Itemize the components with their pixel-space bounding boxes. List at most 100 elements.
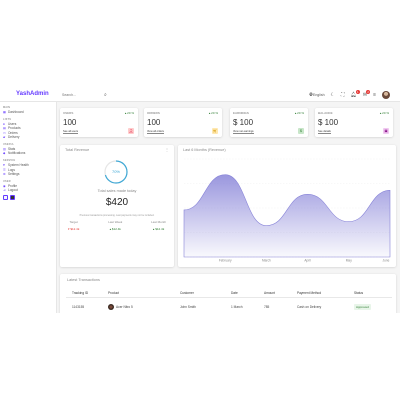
revenue-area-chart[interactable]: February March April May June	[178, 145, 396, 267]
product-name: Acer Nitro 5	[116, 305, 133, 309]
more-vert-icon[interactable]: ⋮	[165, 147, 169, 152]
dark-mode-toggle[interactable]: ☾	[331, 92, 335, 98]
table-header-cell: Product	[108, 290, 119, 295]
search-input[interactable]	[62, 92, 100, 97]
fullscreen-button[interactable]: ⛶	[341, 92, 345, 98]
sidebar-section-title: LISTS	[3, 118, 12, 122]
sidebar: MAIN ▦ Dashboard LISTS ● Users ▤ Products ▭…	[0, 102, 57, 313]
app-logo[interactable]: YashAdmin	[16, 91, 49, 97]
admin-app: YashAdmin ⌕ 🌐︎ English ☾ ⛶ 🔔︎ 1 ✉ 2 ≡	[0, 88, 400, 313]
list-icon: ≡	[373, 92, 376, 98]
date-cell: 1 March	[231, 305, 243, 309]
widget-link[interactable]: View all orders	[147, 130, 164, 134]
notifications-button[interactable]: 🔔︎ 1	[351, 90, 360, 98]
table-header-cell: Status	[354, 290, 364, 295]
summary-last-week: Last Week ▴ $12.4k	[108, 220, 122, 231]
payment-method-cell: Cash on Delivery	[297, 305, 322, 309]
widget-link[interactable]: See all users	[63, 130, 78, 134]
widget-link[interactable]: View net earnings	[233, 130, 254, 134]
sidebar-item-label: Notifications	[8, 151, 26, 156]
chart-x-tick-label: March	[262, 259, 271, 263]
sidebar-section-title: USEFUL	[3, 142, 15, 146]
progress-label: 70%	[111, 169, 120, 174]
widget-value: 100	[63, 118, 77, 127]
table-header-cell: Tracking ID	[72, 290, 89, 295]
sidebar-section-title: MAIN	[3, 106, 11, 109]
amount-cell: 785	[264, 305, 270, 309]
sidebar-item-dashboard[interactable]: ▦ Dashboard	[3, 110, 56, 114]
list-button[interactable]: ≡	[373, 92, 376, 98]
widget-link[interactable]: See details	[318, 130, 331, 134]
customer-cell: John Smith	[180, 305, 196, 309]
sidebar-item-notifications[interactable]: ◆ Notifications	[3, 151, 56, 155]
dollar-icon: $	[298, 128, 304, 134]
table-row[interactable]: 1143155 Acer Nitro 5 John Smith 1 March …	[66, 302, 392, 312]
featured-description: Previous transactions processing. Last p…	[79, 214, 155, 217]
summary-title: Target	[69, 220, 78, 224]
sidebar-item-settings[interactable]: ⚙ Settings	[3, 172, 56, 176]
product-image	[108, 304, 114, 310]
fullscreen-icon: ⛶	[341, 92, 345, 98]
sidebar-section-title: USER	[3, 179, 11, 183]
navbar-items: 🌐︎ English ☾ ⛶ 🔔︎ 1 ✉ 2 ≡	[309, 90, 390, 100]
status-badge: Approved	[354, 304, 371, 310]
chart-area-series	[183, 174, 391, 258]
status-cell: Approved	[354, 304, 371, 310]
sidebar-item-label: Settings	[8, 171, 20, 176]
widget-value: $ 100	[318, 118, 339, 127]
sidebar-section-user: USER ◉ Profile ⇥ Logout	[3, 180, 56, 192]
summary-value: ▾ $12.4k	[68, 226, 80, 231]
chart-x-tick-label: February	[219, 259, 232, 263]
widget-orders: ORDERS ▴ 20 % 100 View all orders 🛒︎	[144, 108, 222, 137]
summary-last-month: Last Month ▴ $12.4k	[151, 220, 166, 231]
notifications-counter: 1	[355, 90, 360, 94]
table-header-cell: Date	[231, 290, 238, 295]
messages-counter: 2	[366, 90, 371, 94]
navbar: YashAdmin ⌕ 🌐︎ English ☾ ⛶ 🔔︎ 1 ✉ 2 ≡	[0, 88, 400, 102]
sidebar-section-useful: USEFUL ▥ Stats ◆ Notifications	[3, 143, 56, 155]
messages-button[interactable]: ✉ 2	[363, 90, 371, 98]
featured-amount: $420	[105, 197, 129, 208]
language-selector[interactable]: 🌐︎ English	[309, 92, 325, 98]
widget-percentage: ▴ 20 %	[124, 111, 134, 115]
featured-revenue-card: Total Revenue ⋮ 70% Total sales made tod…	[60, 145, 174, 267]
widget-percentage: ▴ 20 %	[208, 111, 218, 115]
sidebar-item-delivery[interactable]: ▰ Delivery	[3, 135, 56, 139]
sidebar-section-service: SERVICE ♥ System Health ☰ Logs ⚙ Settings	[3, 159, 56, 176]
table-header-cell: Customer	[180, 290, 194, 295]
featured-summary: Target ▾ $12.4k Last Week ▴ $12.4k Last …	[68, 220, 166, 231]
sidebar-section-main: MAIN ▦ Dashboard	[3, 106, 56, 114]
widget-earnings: EARNINGS ▴ 20 % $ 100 View net earnings …	[230, 108, 308, 137]
chart-x-tick-label: June	[383, 259, 390, 263]
dark-theme-option[interactable]	[10, 195, 15, 201]
summary-value: ▴ $12.4k	[152, 226, 165, 231]
chart-x-tick-label: April	[304, 259, 311, 263]
featured-title: Total Revenue	[65, 148, 90, 152]
moon-icon: ☾	[330, 92, 335, 98]
summary-title: Last Week	[108, 220, 123, 224]
summary-title: Last Month	[151, 220, 166, 224]
sidebar-item-label: Dashboard	[8, 110, 24, 115]
widget-users: USERS ▴ 20 % 100 See all users 👤︎	[60, 108, 138, 137]
search-icon[interactable]: ⌕	[104, 92, 107, 98]
summary-target: Target ▾ $12.4k	[68, 220, 79, 231]
widget-value: $ 100	[233, 118, 254, 127]
cart-icon: 🛒︎	[212, 128, 218, 134]
widget-percentage: ▴ 20 %	[379, 111, 389, 115]
sidebar-section-lists: LISTS ● Users ▤ Products ▭ Orders ▰ Delivery	[3, 118, 56, 139]
search-box: ⌕	[62, 90, 112, 99]
widget-percentage: ▴ 20 %	[294, 111, 304, 115]
table-header: Tracking ID Product Customer Date Amount…	[66, 288, 392, 298]
sidebar-item-label: Delivery	[8, 134, 20, 139]
sidebar-item-label: Logout	[8, 188, 18, 193]
product-cell: Acer Nitro 5	[108, 304, 133, 310]
table-title: Latest Transactions	[67, 278, 100, 282]
summary-value: ▴ $12.4k	[109, 226, 121, 231]
user-avatar[interactable]	[382, 91, 390, 99]
light-theme-option[interactable]	[3, 195, 8, 201]
wallet-icon: ▣	[383, 128, 389, 134]
latest-transactions: Latest Transactions Tracking ID Product …	[60, 274, 396, 313]
revenue-chart-card: Last 6 Months (Revenue) February March Apr…	[178, 145, 396, 267]
featured-subtitle: Total sales made today	[97, 189, 137, 193]
sidebar-item-logout[interactable]: ⇥ Logout	[3, 188, 56, 192]
